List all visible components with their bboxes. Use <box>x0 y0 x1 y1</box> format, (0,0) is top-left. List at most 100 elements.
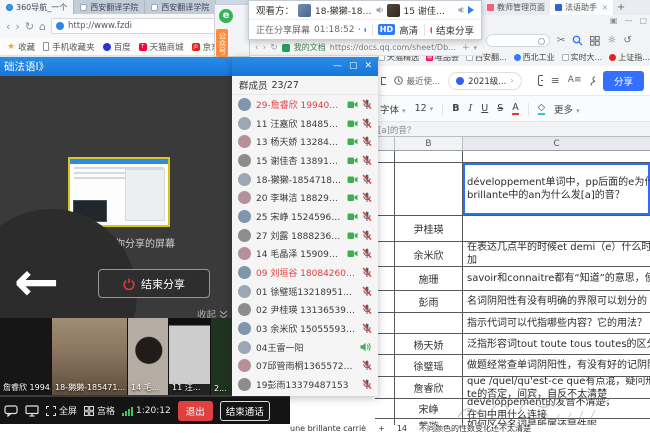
apps-grid-icon[interactable] <box>590 36 600 46</box>
font-size-select[interactable]: 12 ▾ <box>415 103 434 114</box>
vertical-tag[interactable]: 公众号 <box>216 29 228 57</box>
more-button[interactable]: 更多 ▾ <box>554 102 580 116</box>
bookmark-item[interactable]: 手机收藏夹 <box>43 41 95 53</box>
strikethrough-button[interactable]: S <box>497 103 503 114</box>
settings-icon[interactable]: ☼ <box>607 36 616 46</box>
camera-on-icon[interactable] <box>347 137 358 146</box>
chevron-down-icon[interactable]: ▾ <box>473 44 477 52</box>
camera-on-icon[interactable] <box>347 249 358 258</box>
sheet-cell-question[interactable]: 在表达几点半的时候et demi（e）什么时候加e什么时候加 <box>463 242 650 266</box>
add-icon[interactable]: + <box>378 425 385 433</box>
search-icon[interactable] <box>572 35 583 46</box>
sheet-cell-name[interactable] <box>395 151 463 162</box>
tab-french-helper[interactable]: 法语助手 ✕ <box>550 0 613 15</box>
close-tab-icon[interactable]: ✕ <box>602 4 608 12</box>
new-sheet-icon[interactable] <box>538 75 543 86</box>
camera-on-icon[interactable] <box>347 156 358 165</box>
back-arrow-icon[interactable]: ← <box>14 255 59 309</box>
new-tab-icon[interactable]: + <box>617 2 625 13</box>
minimize-icon[interactable]: — <box>624 16 632 25</box>
sheet-cell-name[interactable]: 彭雨 <box>395 291 463 312</box>
sheet-cell-question[interactable] <box>463 151 650 162</box>
close-icon[interactable]: ✕ <box>364 62 372 71</box>
search-input[interactable] <box>486 34 550 47</box>
microphone-muted-icon[interactable] <box>362 99 372 110</box>
camera-on-icon[interactable] <box>347 193 358 202</box>
microphone-muted-icon[interactable] <box>362 248 372 259</box>
back-icon[interactable]: ‹ <box>6 21 10 32</box>
sheet-cell-a[interactable] <box>375 267 395 290</box>
sheet-cell-name[interactable]: 詹睿欣 <box>395 377 463 398</box>
sheet-cell-a[interactable] <box>375 334 395 354</box>
microphone-muted-icon[interactable] <box>362 323 372 334</box>
member-row[interactable]: 27 刘露 18882361763 <box>232 226 378 245</box>
microphone-muted-icon[interactable] <box>362 379 372 390</box>
sheet-cell-a[interactable] <box>375 399 395 418</box>
member-row[interactable]: 29-詹睿欣 19940955863 <box>232 95 378 114</box>
sheet-cell-question[interactable]: savoir和connaitre都有“知道”的意思，使用的时候如何区 <box>463 267 650 290</box>
sheet-cell-question[interactable]: que /quel/qu'est-ce que有点混，疑问形容词有点混，还te的… <box>463 377 650 398</box>
folder-icon[interactable] <box>381 76 386 85</box>
end-call-button[interactable]: 结束通话 <box>220 401 270 421</box>
microphone-muted-icon[interactable] <box>362 360 372 371</box>
video-tile[interactable]: 18-獭獭-185471... <box>52 318 128 395</box>
browser-tab[interactable]: 西安翻译学院 <box>145 0 216 14</box>
minimize-icon[interactable]: — <box>333 62 342 71</box>
sheet-cell-a[interactable] <box>375 242 395 266</box>
camera-on-icon[interactable] <box>347 212 358 221</box>
bookmark-item[interactable]: ★ 收藏 <box>7 41 35 53</box>
expand-viewers-icon[interactable] <box>468 6 474 14</box>
screen-share-icon[interactable] <box>25 405 39 417</box>
microphone-muted-icon[interactable] <box>362 136 372 147</box>
sheet-cell-question[interactable]: 做题经常查单词阴阳性，有没有好的记阴阳性的方法？ <box>463 355 650 376</box>
sheet-row[interactable]: 指示代词可以代指哪些内容？它的用法？（第10课） <box>375 313 650 334</box>
browser-tab[interactable]: 西安翻译学院 <box>74 0 145 14</box>
text-color-button[interactable]: A <box>512 103 519 115</box>
sheet-cell-question[interactable]: 指示代词可以代指哪些内容？它的用法？（第10课） <box>463 313 650 333</box>
member-row[interactable]: 13 杨天娇 13284796576 <box>232 132 378 151</box>
sheet-cell-a[interactable] <box>375 216 395 241</box>
sheet-cell-question[interactable]: 名词阴阳性有没有明确的界限可以划分的 <box>463 291 650 312</box>
microphone-muted-icon[interactable] <box>362 230 372 241</box>
maximize-icon[interactable]: ▢ <box>639 16 647 25</box>
microphone-muted-icon[interactable] <box>362 174 372 185</box>
maximize-icon[interactable]: ▢ <box>349 62 358 71</box>
bookmark-item[interactable]: 上证指... <box>609 52 650 63</box>
microphone-muted-icon[interactable] <box>362 286 372 297</box>
microphone-muted-icon[interactable] <box>362 304 372 315</box>
docs-url[interactable]: https://docs.qq.com/sheet/Dbr... <box>330 43 458 52</box>
home-icon[interactable]: ⌂ <box>39 21 46 32</box>
member-row[interactable]: 25 宋峥 15245963217 <box>232 207 378 226</box>
sheet-row[interactable] <box>375 151 650 163</box>
scissors-icon[interactable]: ✂ <box>557 36 565 46</box>
member-row[interactable]: 18-獭獭-18547188460 <box>232 170 378 189</box>
end-share-button[interactable]: 结束分享 <box>98 269 210 298</box>
end-share-button[interactable]: 结束分享 <box>436 23 474 37</box>
speaker-on-icon[interactable] <box>360 342 372 352</box>
fill-color-button[interactable]: ◇ <box>538 103 545 115</box>
microphone-muted-icon[interactable] <box>362 118 372 129</box>
browser-tab[interactable]: 360导航_一个 <box>0 0 74 14</box>
microphone-icon[interactable] <box>358 24 359 35</box>
member-row[interactable]: 04王雷一阳 <box>232 338 378 357</box>
camera-on-icon[interactable] <box>347 175 358 184</box>
formula-bar-fragment[interactable]: [a]的音？ <box>378 124 415 136</box>
member-row[interactable]: 14 毛晶泽 15909295717 <box>232 245 378 264</box>
sheet-cell-name[interactable]: 余米欣 <box>395 242 463 266</box>
sheet-cell-a[interactable] <box>375 313 395 333</box>
sheet-cell-question[interactable] <box>463 216 650 241</box>
add-collaborator-icon[interactable] <box>590 76 595 86</box>
camera-on-icon[interactable] <box>347 119 358 128</box>
refresh-icon[interactable]: ↻ <box>270 43 278 53</box>
sheet-row[interactable]: 余米欣 在表达几点半的时候et demi（e）什么时候加e什么时候加 <box>375 242 650 267</box>
sheet-cell-name[interactable]: 杨天娇 <box>395 334 463 354</box>
microphone-muted-icon[interactable] <box>362 192 372 203</box>
video-tile[interactable]: 11 汪... <box>169 318 211 395</box>
sheet-cell-name[interactable] <box>395 163 463 215</box>
member-panel-title-bar[interactable]: — ▢ ✕ <box>232 57 378 76</box>
new-tab-icon[interactable]: + <box>462 43 470 53</box>
sheet-cell-name[interactable]: 尹桂瑛 <box>395 216 463 241</box>
sheet-row[interactable]: 宋峥 développement的发音不清楚，在句中用什么连接 <box>375 399 650 419</box>
sheet-row[interactable]: 彭雨 名词阴阳性有没有明确的界限可以划分的 <box>375 291 650 313</box>
menu-icon[interactable]: ≡ <box>551 75 560 86</box>
